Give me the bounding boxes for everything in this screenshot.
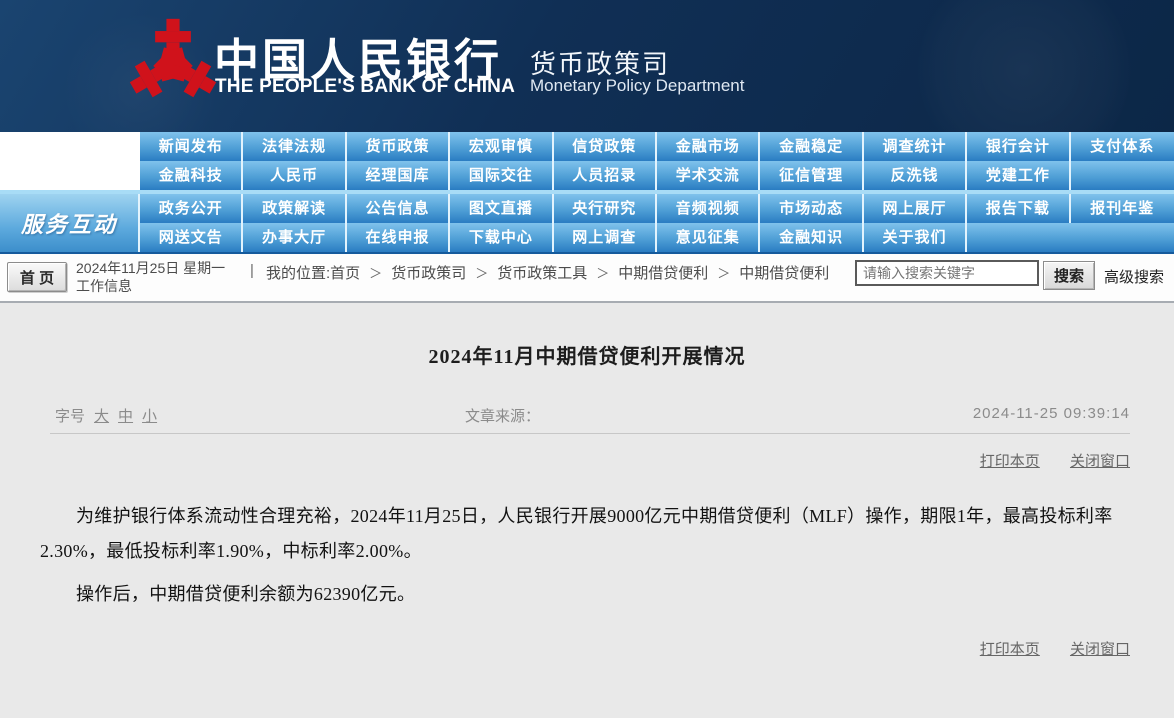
nav-item[interactable]: 新闻发布 bbox=[140, 132, 243, 161]
nav-item[interactable]: 公告信息 bbox=[347, 194, 450, 223]
article-actions-bottom: 打印本页 关闭窗口 bbox=[0, 638, 1174, 659]
article-source-label: 文章来源： bbox=[465, 405, 540, 426]
nav-item[interactable]: 政策解读 bbox=[243, 194, 346, 223]
nav-item[interactable]: 网送文告 bbox=[140, 223, 243, 252]
nav-item-empty bbox=[1071, 161, 1174, 190]
nav-item[interactable]: 报刊年鉴 bbox=[1071, 194, 1174, 223]
date-line: 2024年11月25日 星期一 bbox=[76, 259, 225, 277]
breadcrumb-separator: ＞ bbox=[587, 266, 618, 281]
nav-item[interactable]: 图文直播 bbox=[450, 194, 553, 223]
pboc-logo-icon bbox=[126, 16, 220, 110]
main-nav-upper: 新闻发布 法律法规 货币政策 宏观审慎 信贷政策 金融市场 金融稳定 调查统计 … bbox=[0, 132, 1174, 190]
print-page-link[interactable]: 打印本页 bbox=[980, 641, 1040, 658]
nav-item[interactable]: 征信管理 bbox=[760, 161, 863, 190]
nav-item[interactable]: 金融知识 bbox=[760, 223, 863, 252]
search-input[interactable] bbox=[855, 260, 1039, 286]
nav-item-empty bbox=[967, 223, 1070, 252]
close-window-link[interactable]: 关闭窗口 bbox=[1070, 453, 1130, 470]
nav-item[interactable]: 金融科技 bbox=[140, 161, 243, 190]
nav-item[interactable]: 银行会计 bbox=[967, 132, 1070, 161]
nav-item[interactable]: 党建工作 bbox=[967, 161, 1070, 190]
article-datetime: 2024-11-25 09:39:14 bbox=[973, 405, 1130, 422]
nav-item[interactable]: 金融稳定 bbox=[760, 132, 863, 161]
bank-name-en: THE PEOPLE'S BANK OF CHINA bbox=[215, 76, 515, 98]
nav-item[interactable]: 市场动态 bbox=[760, 194, 863, 223]
nav-item[interactable]: 办事大厅 bbox=[243, 223, 346, 252]
work-info-line: 工作信息 bbox=[76, 277, 225, 295]
nav-item[interactable]: 金融市场 bbox=[657, 132, 760, 161]
nav-item[interactable]: 网上调查 bbox=[554, 223, 657, 252]
breadcrumb-separator: ＞ bbox=[708, 266, 739, 281]
nav-item[interactable]: 在线申报 bbox=[347, 223, 450, 252]
breadcrumb-separator: ＞ bbox=[360, 266, 391, 281]
search-button[interactable]: 搜索 bbox=[1043, 261, 1095, 290]
nav-item[interactable]: 报告下载 bbox=[967, 194, 1070, 223]
article-paragraph: 为维护银行体系流动性合理充裕，2024年11月25日，人民银行开展9000亿元中… bbox=[40, 499, 1134, 569]
article-content: 2024年11月中期借贷便利开展情况 字号大中小 文章来源： 2024-11-2… bbox=[0, 303, 1174, 718]
font-size-controls: 字号大中小 bbox=[55, 405, 157, 426]
article-actions-top: 打印本页 关闭窗口 bbox=[0, 450, 1174, 471]
home-button[interactable]: 首 页 bbox=[7, 262, 67, 292]
breadcrumb-link[interactable]: 货币政策工具 bbox=[497, 265, 587, 282]
nav-item[interactable]: 经理国库 bbox=[347, 161, 450, 190]
article-paragraph: 操作后，中期借贷便利余额为62390亿元。 bbox=[40, 577, 1134, 612]
nav-item[interactable]: 学术交流 bbox=[657, 161, 760, 190]
nav-item[interactable]: 信贷政策 bbox=[554, 132, 657, 161]
nav-item[interactable]: 人员招录 bbox=[554, 161, 657, 190]
vertical-divider: | bbox=[250, 262, 254, 279]
nav-item[interactable]: 人民币 bbox=[243, 161, 346, 190]
print-page-link[interactable]: 打印本页 bbox=[980, 453, 1040, 470]
breadcrumb-link[interactable]: 货币政策司 bbox=[391, 265, 466, 282]
nav-item[interactable]: 音频视频 bbox=[657, 194, 760, 223]
breadcrumb-link[interactable]: 中期借贷便利 bbox=[739, 265, 829, 282]
nav-item[interactable]: 央行研究 bbox=[554, 194, 657, 223]
nav-item[interactable]: 反洗钱 bbox=[864, 161, 967, 190]
nav-item[interactable]: 货币政策 bbox=[347, 132, 450, 161]
date-info: 2024年11月25日 星期一 工作信息 bbox=[76, 259, 225, 295]
font-size-label: 字号 bbox=[55, 408, 85, 425]
nav-item[interactable]: 下载中心 bbox=[450, 223, 553, 252]
breadcrumb-link[interactable]: 中期借贷便利 bbox=[618, 265, 708, 282]
article-title: 2024年11月中期借贷便利开展情况 bbox=[0, 303, 1174, 369]
nav-item[interactable]: 网上展厅 bbox=[864, 194, 967, 223]
department-name-en: Monetary Policy Department bbox=[530, 76, 744, 96]
site-header: 中国人民银行 THE PEOPLE'S BANK OF CHINA 货币政策司 … bbox=[0, 0, 1174, 132]
main-nav-lower: 服务互动 政务公开 政策解读 公告信息 图文直播 央行研究 音频视频 市场动态 … bbox=[0, 194, 1174, 252]
nav-item[interactable]: 宏观审慎 bbox=[450, 132, 553, 161]
font-size-large[interactable]: 大 bbox=[94, 408, 109, 425]
nav-item-empty bbox=[1071, 223, 1174, 252]
advanced-search-link[interactable]: 高级搜索 bbox=[1104, 266, 1164, 287]
article-meta-row: 字号大中小 文章来源： 2024-11-25 09:39:14 bbox=[0, 405, 1174, 425]
close-window-link[interactable]: 关闭窗口 bbox=[1070, 641, 1130, 658]
nav-item[interactable]: 政务公开 bbox=[140, 194, 243, 223]
nav-item[interactable]: 调查统计 bbox=[864, 132, 967, 161]
breadcrumb-bar: 首 页 2024年11月25日 星期一 工作信息 | 我的位置:首页＞货币政策司… bbox=[0, 254, 1174, 303]
nav-item[interactable]: 意见征集 bbox=[657, 223, 760, 252]
nav-item[interactable]: 法律法规 bbox=[243, 132, 346, 161]
font-size-medium[interactable]: 中 bbox=[118, 408, 133, 425]
article-body: 为维护银行体系流动性合理充裕，2024年11月25日，人民银行开展9000亿元中… bbox=[40, 499, 1134, 612]
breadcrumb-location-label: 我的位置:首页 bbox=[266, 265, 360, 282]
breadcrumb-separator: ＞ bbox=[466, 266, 497, 281]
nav-item[interactable]: 支付体系 bbox=[1071, 132, 1174, 161]
nav-item[interactable]: 国际交往 bbox=[450, 161, 553, 190]
meta-divider-line bbox=[50, 433, 1130, 434]
service-interaction-label: 服务互动 bbox=[0, 194, 140, 252]
nav-item[interactable]: 关于我们 bbox=[864, 223, 967, 252]
font-size-small[interactable]: 小 bbox=[142, 408, 157, 425]
